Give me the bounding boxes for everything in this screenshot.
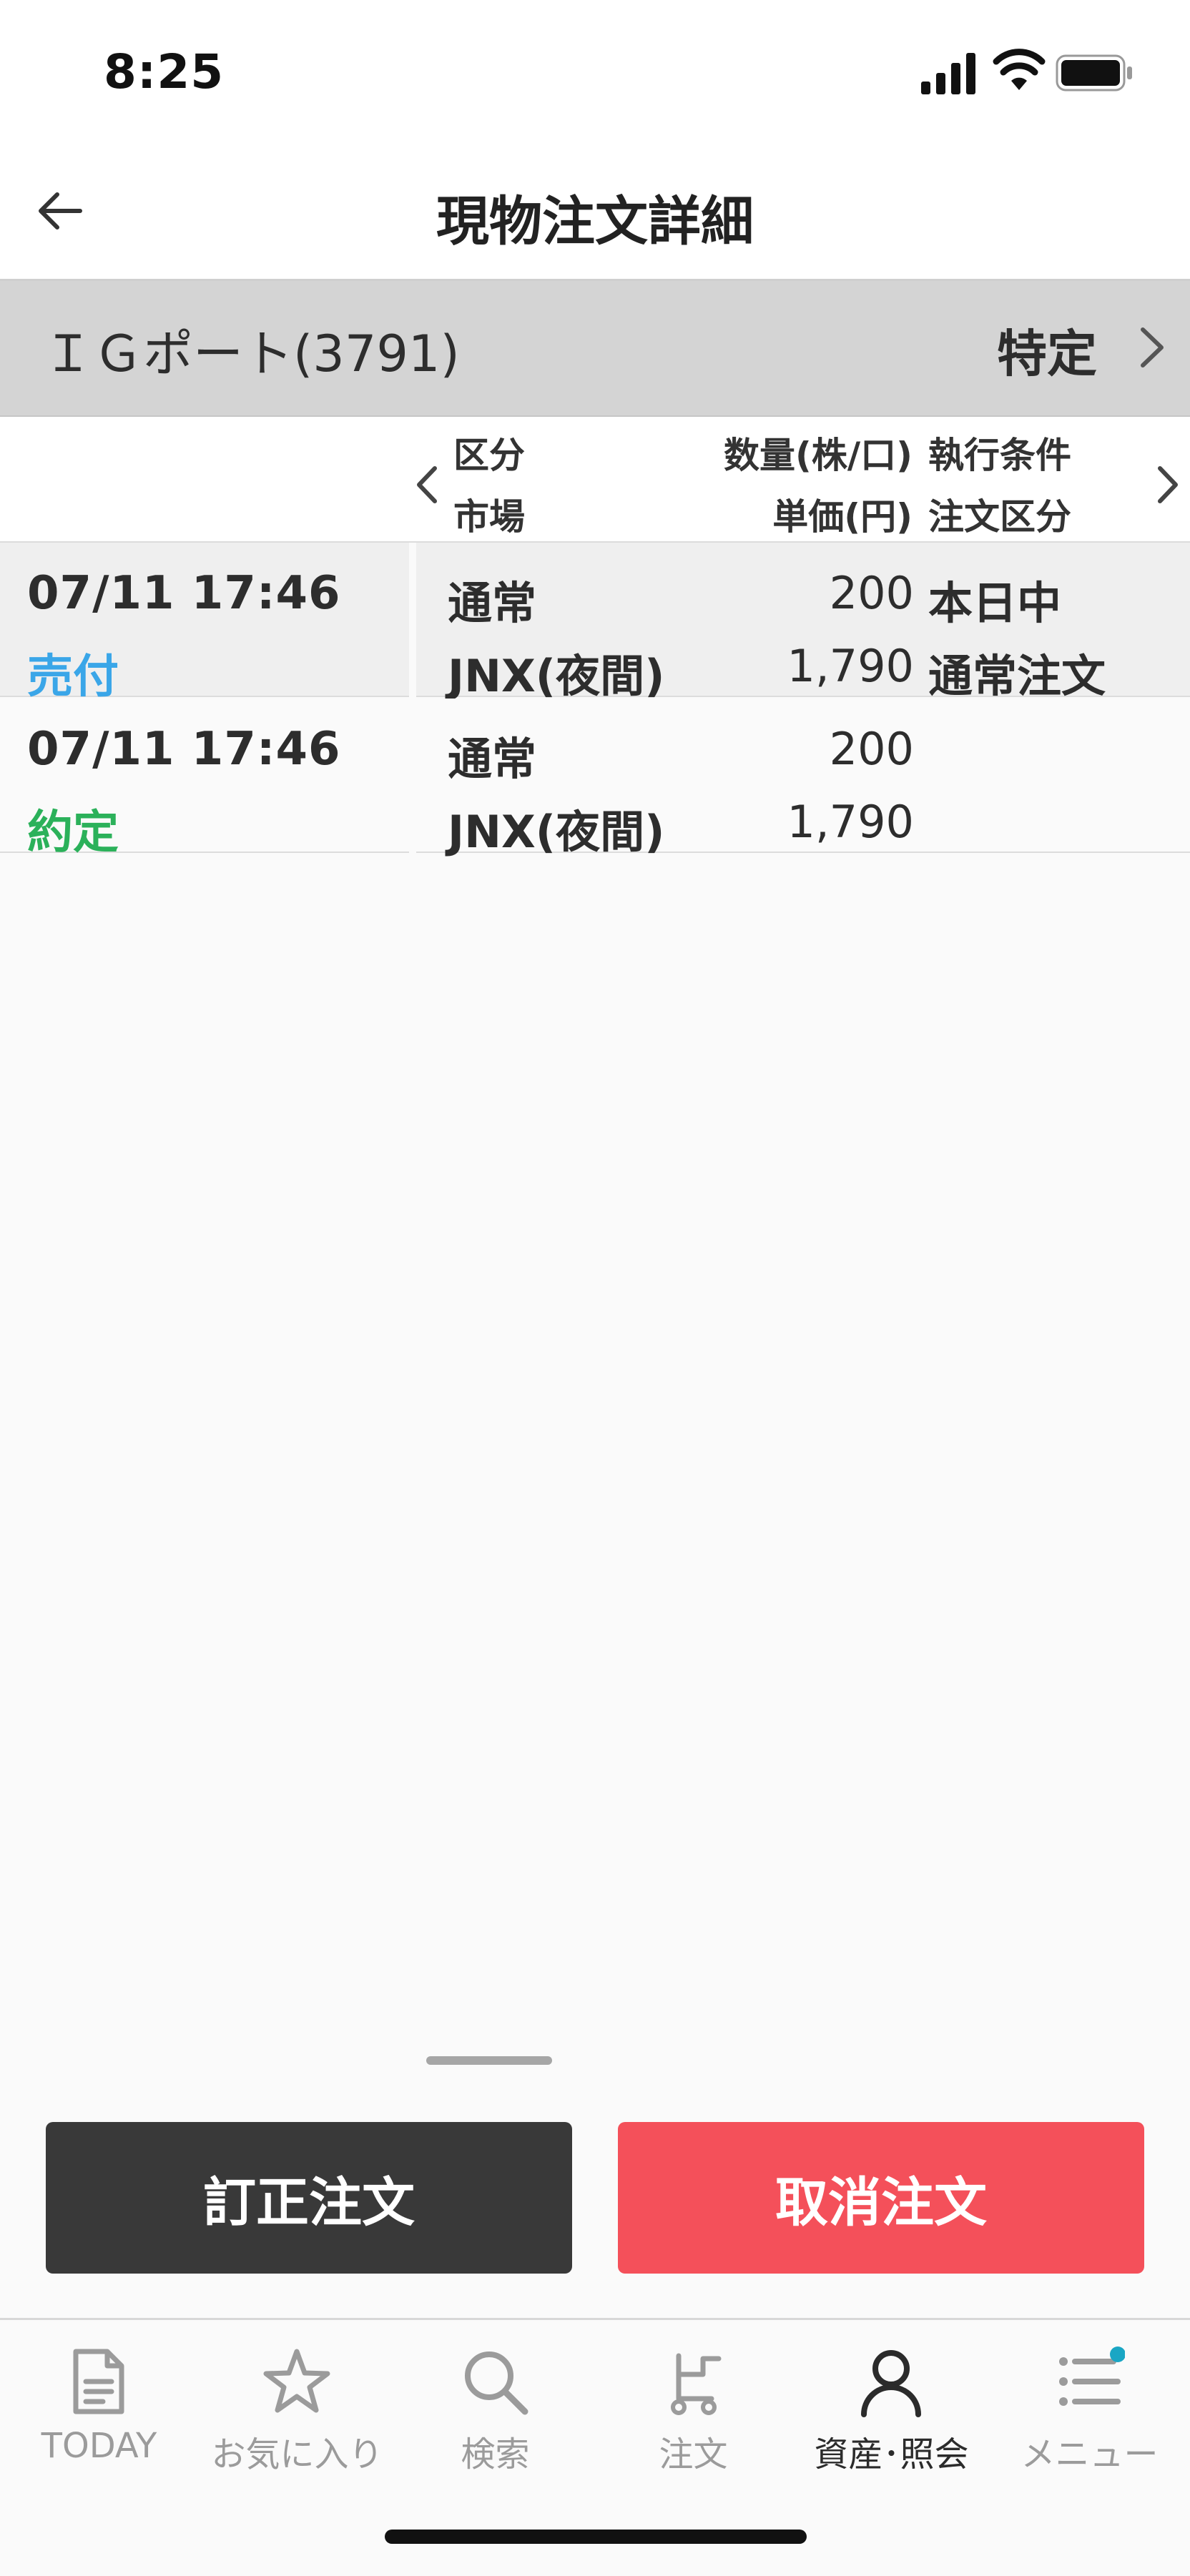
table-row[interactable]: 07/11 17:46 売付 通常 JNX(夜間) 200 1,790 本日中 … bbox=[0, 543, 1190, 704]
row-left-cell: 07/11 17:46 約定 bbox=[0, 699, 409, 859]
cancel-order-button[interactable]: 取消注文 bbox=[618, 2122, 1144, 2274]
row-datetime: 07/11 17:46 bbox=[27, 567, 341, 620]
tab-favorites[interactable]: お気に入り bbox=[198, 2320, 396, 2506]
row-order-type: 通常注文 bbox=[928, 650, 1106, 702]
row-right-cell: 通常 JNX(夜間) 200 1,790 本日中 通常注文 bbox=[416, 543, 1190, 702]
nav-header: 現物注文詳細 bbox=[0, 150, 1190, 281]
status-bar: 8:25 bbox=[0, 0, 1190, 150]
row-left-cell: 07/11 17:46 売付 bbox=[0, 543, 409, 704]
tab-label: 検索 bbox=[461, 2434, 530, 2474]
battery-icon bbox=[1056, 54, 1132, 92]
tab-search[interactable]: 検索 bbox=[396, 2320, 594, 2506]
row-type: 通常 bbox=[448, 577, 537, 629]
row-condition: 本日中 bbox=[928, 577, 1062, 629]
chevron-left-icon[interactable] bbox=[409, 460, 445, 510]
col-price-label: 単価(円) bbox=[772, 496, 913, 538]
tab-menu[interactable]: メニュー bbox=[990, 2320, 1189, 2506]
tab-label: 資産･照会 bbox=[814, 2434, 969, 2474]
tab-assets[interactable]: 資産･照会 bbox=[792, 2320, 990, 2506]
menu-list-icon bbox=[1059, 2346, 1125, 2406]
row-market: JNX(夜間) bbox=[448, 650, 665, 702]
row-right-cell: 通常 JNX(夜間) 200 1,790 bbox=[416, 699, 1190, 858]
notification-badge bbox=[1110, 2346, 1125, 2362]
edit-order-button[interactable]: 訂正注文 bbox=[46, 2122, 572, 2274]
tab-label: 注文 bbox=[659, 2434, 728, 2474]
row-qty: 200 bbox=[829, 567, 914, 619]
stock-bar[interactable]: ＩＧポート(3791) 特定 bbox=[0, 281, 1190, 417]
account-type: 特定 bbox=[997, 325, 1097, 383]
chevron-right-icon[interactable] bbox=[1130, 322, 1173, 372]
row-price: 1,790 bbox=[787, 796, 915, 848]
col-qty-label: 数量(株/口) bbox=[724, 435, 913, 476]
table-row[interactable]: 07/11 17:46 約定 通常 JNX(夜間) 200 1,790 bbox=[0, 699, 1190, 859]
document-icon bbox=[73, 2349, 124, 2414]
status-time: 8:25 bbox=[104, 44, 225, 99]
tab-label: メニュー bbox=[1021, 2434, 1159, 2474]
cart-icon bbox=[671, 2353, 722, 2415]
search-icon bbox=[465, 2352, 528, 2415]
row-datetime: 07/11 17:46 bbox=[27, 723, 341, 776]
stock-name: ＩＧポート(3791) bbox=[43, 325, 460, 383]
column-header: 区分 市場 数量(株/口) 単価(円) 執行条件 注文区分 bbox=[0, 417, 1190, 543]
row-status-executed: 約定 bbox=[27, 806, 119, 859]
home-indicator[interactable] bbox=[385, 2530, 807, 2544]
person-icon bbox=[861, 2350, 921, 2417]
tab-label: TODAY bbox=[41, 2426, 157, 2466]
page-title: 現物注文詳細 bbox=[436, 191, 754, 252]
row-type: 通常 bbox=[448, 733, 537, 785]
tab-label: お気に入り bbox=[211, 2434, 383, 2474]
row-market: JNX(夜間) bbox=[448, 806, 665, 858]
col-condition-label: 執行条件 bbox=[928, 435, 1071, 476]
col-market-label: 市場 bbox=[453, 496, 525, 538]
tab-today[interactable]: TODAY bbox=[0, 2320, 198, 2506]
col-order-type-label: 注文区分 bbox=[928, 496, 1071, 538]
wifi-icon bbox=[993, 49, 1046, 90]
row-qty: 200 bbox=[829, 723, 914, 775]
signal-icon bbox=[921, 53, 975, 94]
row-price: 1,790 bbox=[787, 640, 915, 692]
row-status-sell: 売付 bbox=[27, 651, 119, 704]
chevron-right-icon[interactable] bbox=[1150, 460, 1186, 510]
col-type-label: 区分 bbox=[453, 435, 525, 476]
sheet-grabber-handle[interactable] bbox=[426, 2056, 552, 2065]
tab-order[interactable]: 注文 bbox=[594, 2320, 792, 2506]
star-icon bbox=[263, 2349, 330, 2413]
